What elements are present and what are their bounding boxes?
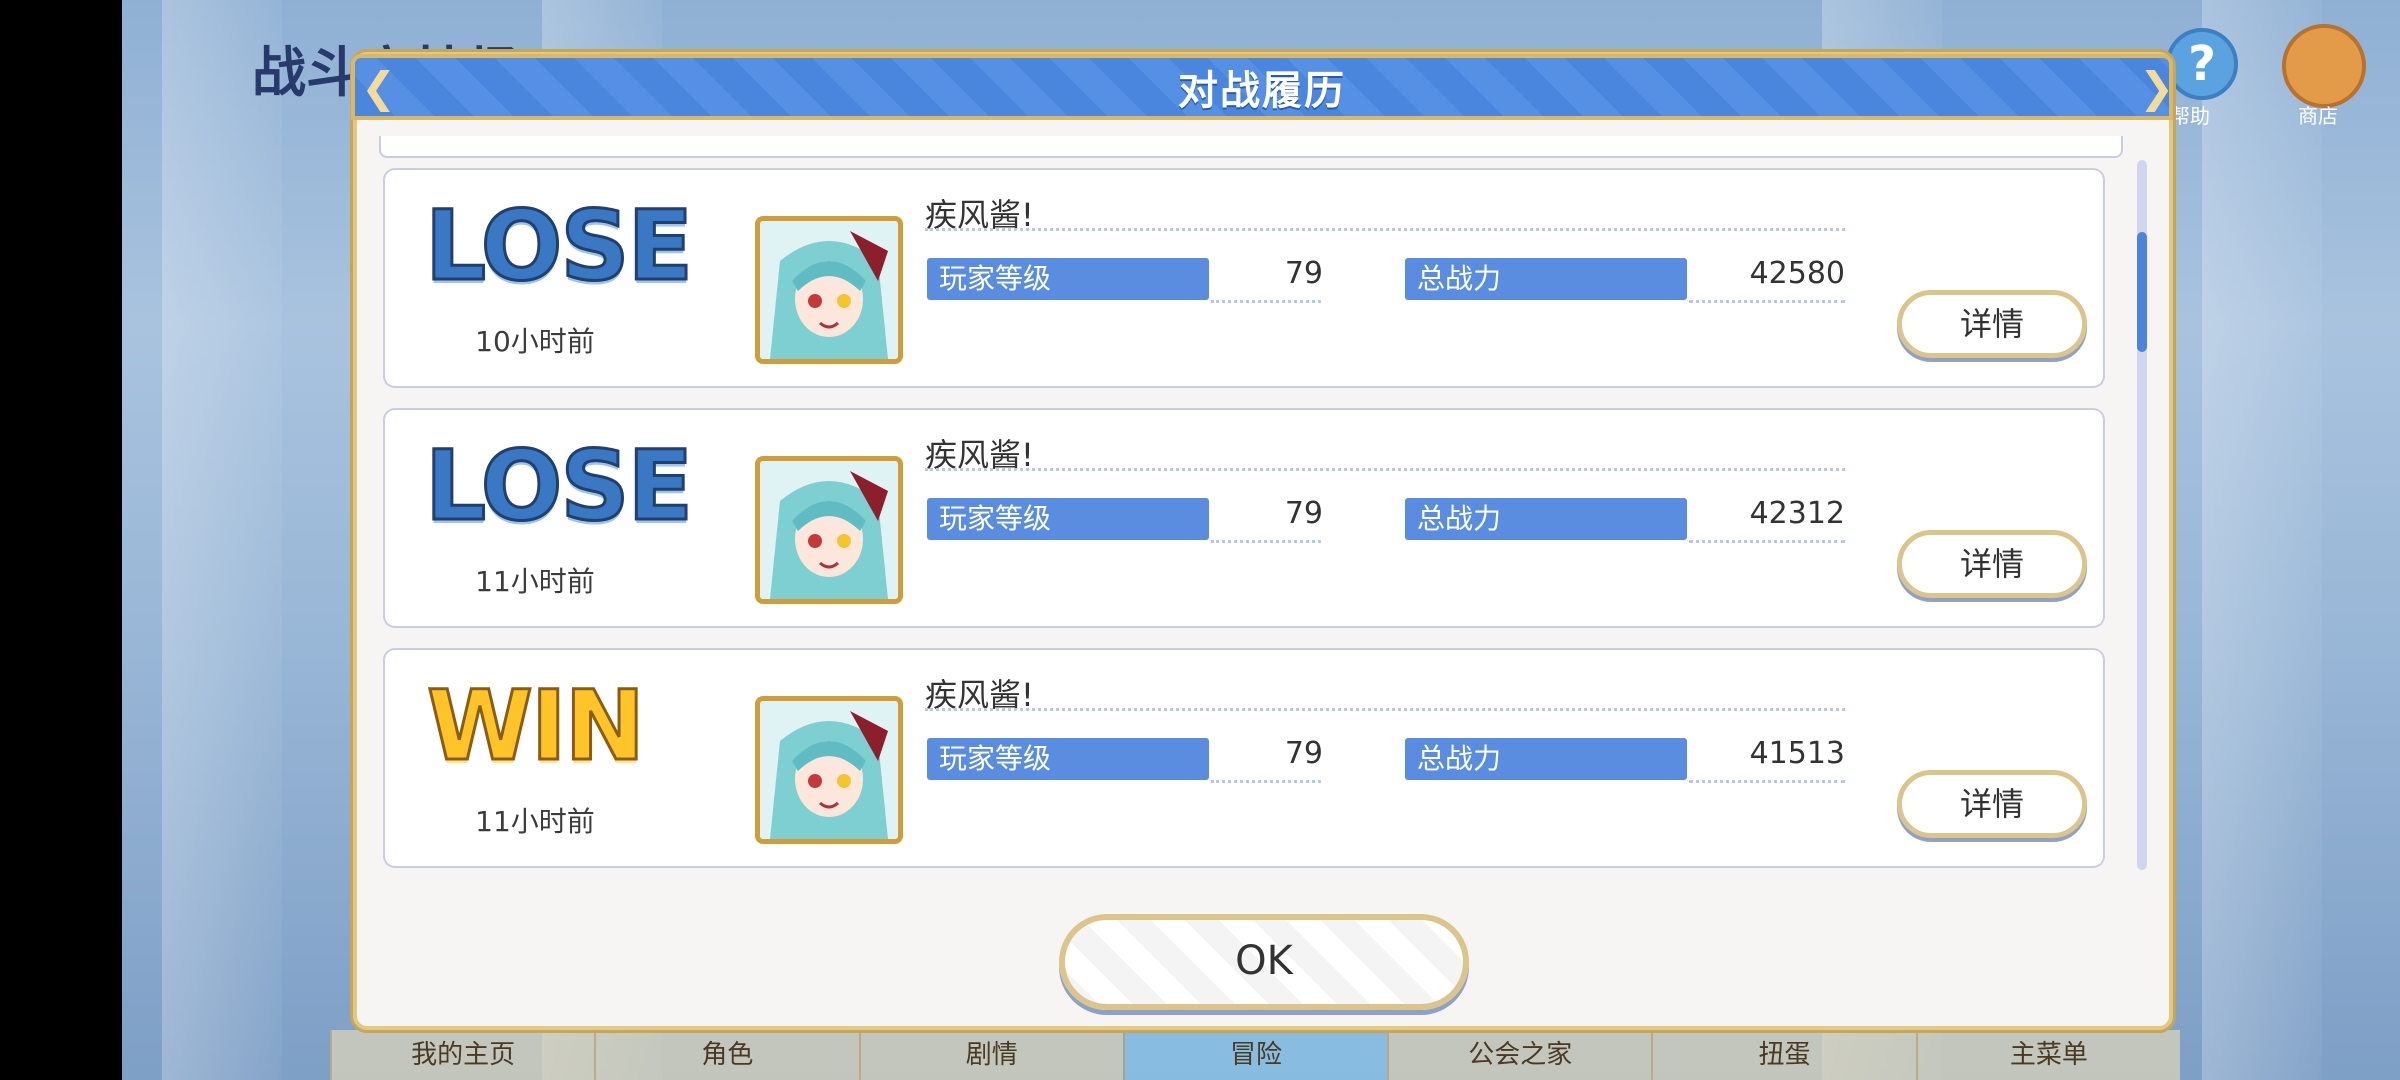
opponent-avatar[interactable]: [755, 216, 903, 364]
level-label: 玩家等级: [927, 258, 1209, 300]
scrollbar-thumb[interactable]: [2137, 232, 2147, 352]
help-button[interactable]: ?: [2166, 28, 2238, 100]
power-label: 总战力: [1405, 738, 1687, 780]
character-portrait-icon: [760, 701, 898, 839]
power-value: 42312: [1749, 496, 1845, 531]
ok-button[interactable]: OK: [1059, 914, 1469, 1010]
dotted-divider: [1211, 540, 1321, 543]
nav-main-menu[interactable]: 主菜单: [1915, 1030, 2180, 1080]
dotted-divider: [925, 468, 1845, 471]
dotted-divider: [1689, 540, 1845, 543]
dotted-divider: [1689, 300, 1845, 303]
level-value: 79: [1284, 736, 1323, 771]
character-portrait-icon: [760, 221, 898, 359]
history-row: WIN 11小时前 疾风酱! 玩家等级 79 总战力 41513 详情: [383, 648, 2105, 868]
row-time: 10小时前: [475, 325, 595, 358]
level-value: 79: [1284, 256, 1323, 291]
history-list[interactable]: LOSE 10小时前 疾风酱! 玩家等级 79 总战力 42580 详情 LOS…: [367, 136, 2157, 936]
nav-story[interactable]: 剧情: [858, 1030, 1123, 1080]
opponent-avatar[interactable]: [755, 456, 903, 604]
nav-home[interactable]: 我的主页: [330, 1030, 595, 1080]
battle-history-modal: ❮ 对战履历 ❯ LOSE 10小时前 疾风酱! 玩家等级 79 总战力 425…: [351, 52, 2175, 1030]
modal-title: 对战履历: [1178, 68, 1346, 114]
opponent-avatar[interactable]: [755, 696, 903, 844]
dotted-divider: [1689, 780, 1845, 783]
result-lose: LOSE: [424, 430, 695, 542]
detail-button[interactable]: 详情: [1897, 290, 2087, 358]
ornament-icon: ❯: [2139, 63, 2175, 112]
character-portrait-icon: [760, 461, 898, 599]
nav-character[interactable]: 角色: [594, 1030, 859, 1080]
bg-column: [162, 0, 282, 1080]
detail-button[interactable]: 详情: [1897, 530, 2087, 598]
power-label: 总战力: [1405, 258, 1687, 300]
power-label: 总战力: [1405, 498, 1687, 540]
history-row: LOSE 11小时前 疾风酱! 玩家等级 79 总战力 42312 详情: [383, 408, 2105, 628]
row-time: 11小时前: [475, 565, 595, 598]
power-value: 42580: [1749, 256, 1845, 291]
history-row: LOSE 10小时前 疾风酱! 玩家等级 79 总战力 42580 详情: [383, 168, 2105, 388]
bottom-nav: 我的主页 角色 剧情 冒险 公会之家 扭蛋 主菜单: [330, 1030, 2180, 1080]
detail-button[interactable]: 详情: [1897, 770, 2087, 838]
nav-guild-house[interactable]: 公会之家: [1387, 1030, 1652, 1080]
help-label: 帮助: [2170, 104, 2210, 128]
row-time: 11小时前: [475, 805, 595, 838]
nav-adventure[interactable]: 冒险: [1122, 1030, 1388, 1080]
dotted-divider: [925, 228, 1845, 231]
level-label: 玩家等级: [927, 498, 1209, 540]
result-lose: LOSE: [424, 190, 695, 302]
dotted-divider: [1211, 300, 1321, 303]
ornament-icon: ❮: [361, 63, 397, 112]
question-icon: ?: [2188, 36, 2216, 92]
dotted-divider: [1211, 780, 1321, 783]
level-label: 玩家等级: [927, 738, 1209, 780]
bg-column: [2202, 0, 2322, 1080]
modal-header: ❮ 对战履历 ❯: [351, 54, 2175, 120]
black-left-bar: [0, 0, 122, 1080]
nav-gacha[interactable]: 扭蛋: [1651, 1030, 1916, 1080]
power-value: 41513: [1749, 736, 1845, 771]
shop-label: 商店: [2298, 104, 2338, 128]
dotted-divider: [925, 708, 1845, 711]
level-value: 79: [1284, 496, 1323, 531]
result-win: WIN: [426, 670, 647, 782]
previous-row-edge: [379, 136, 2123, 158]
shop-button[interactable]: [2282, 24, 2366, 108]
